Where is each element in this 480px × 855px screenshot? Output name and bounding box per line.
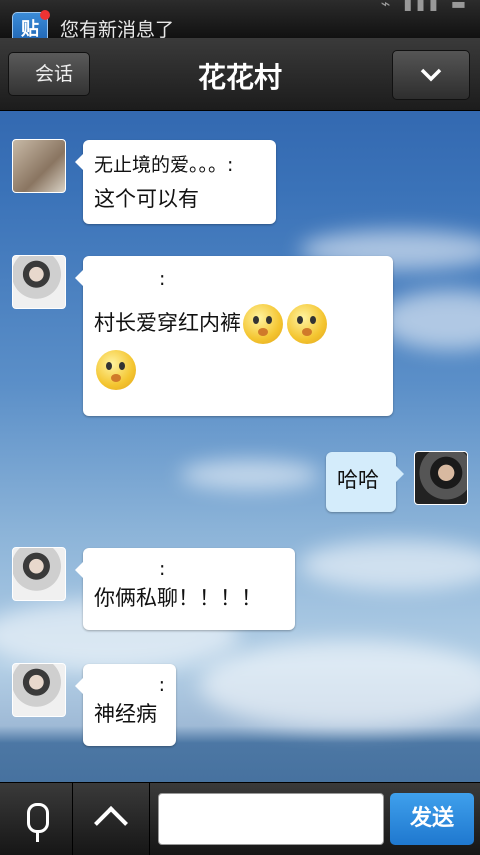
message-bubble[interactable]: : 村长爱穿红内裤: [75, 256, 393, 416]
message-sender: :: [158, 674, 165, 696]
title-bar: 会话 花花村: [0, 38, 480, 111]
send-button[interactable]: 发送: [390, 793, 474, 845]
tieba-notification-icon: 贴: [12, 10, 50, 38]
message-input[interactable]: [158, 793, 384, 845]
input-bar: 发送: [0, 782, 480, 855]
message-bubble-self[interactable]: 哈哈: [326, 452, 404, 512]
notification-icon-label: 贴: [21, 19, 39, 38]
message-text: 村长爱穿红内裤: [94, 304, 382, 390]
shy-emoji-icon: [243, 304, 283, 344]
microphone-icon: [27, 803, 49, 842]
notification-text: 您有新消息了: [60, 19, 175, 38]
avatar[interactable]: [12, 139, 66, 193]
dropdown-button[interactable]: [392, 50, 470, 100]
unread-dot: [40, 10, 50, 20]
expand-button[interactable]: [75, 783, 150, 855]
status-icons: ⌁ ▮▮▮ ▬: [380, 0, 470, 13]
message-text: 神经病: [94, 702, 157, 726]
message-bubble[interactable]: : 神经病: [75, 664, 176, 746]
message-sender: 无止境的爱。。。:: [94, 154, 234, 176]
chat-background: [0, 0, 480, 854]
my-avatar[interactable]: [414, 451, 468, 505]
avatar[interactable]: [12, 547, 66, 601]
message-bubble[interactable]: : 你俩私聊！！！！: [75, 548, 295, 630]
avatar[interactable]: [12, 663, 66, 717]
shy-emoji-icon: [96, 350, 136, 390]
shy-emoji-icon: [287, 304, 327, 344]
message-text: 你俩私聊！！！！: [94, 586, 262, 610]
status-bar: 贴 您有新消息了 ⌁ ▮▮▮ ▬: [0, 0, 480, 38]
message-bubble[interactable]: 无止境的爱。。。: 这个可以有: [75, 140, 276, 224]
chevron-down-icon: [420, 68, 442, 82]
message-sender: :: [159, 268, 166, 290]
message-text: 这个可以有: [94, 187, 199, 211]
message-text-content: 村长爱穿红内裤: [94, 311, 241, 335]
message-text: 哈哈: [337, 468, 379, 492]
avatar[interactable]: [12, 255, 66, 309]
message-sender: :: [159, 558, 166, 580]
chevron-up-icon: [94, 806, 128, 840]
voice-button[interactable]: [0, 783, 73, 855]
